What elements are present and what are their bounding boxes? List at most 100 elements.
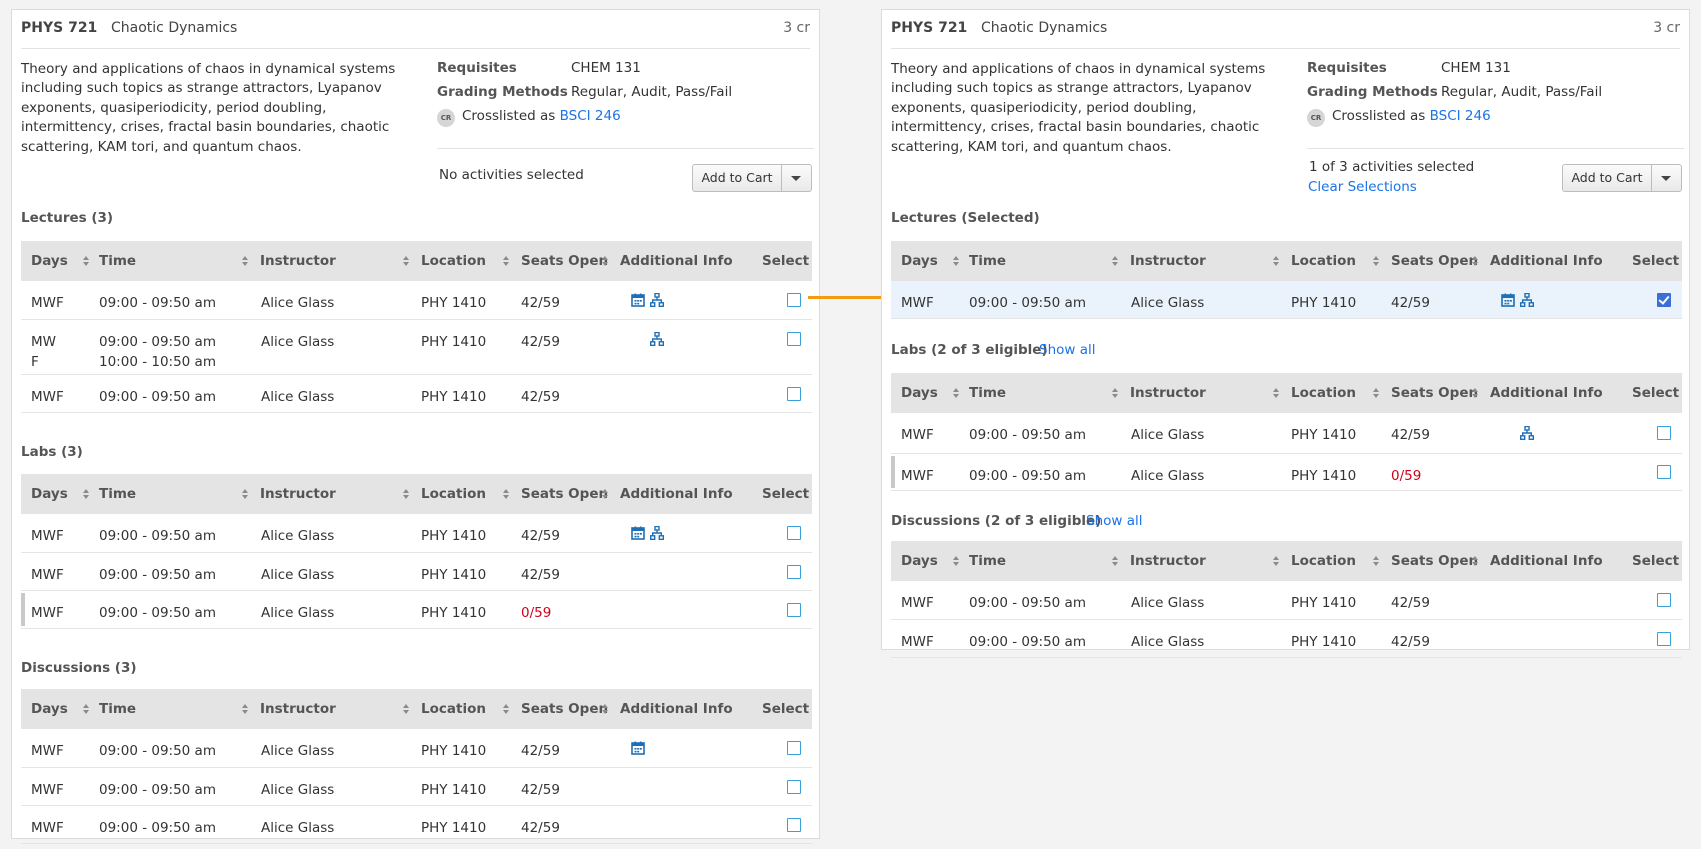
sort-icon[interactable] xyxy=(503,256,510,266)
table-row[interactable]: MWF 09:00 - 09:50 am Alice Glass PHY 1410 42… xyxy=(891,281,1682,319)
select-checkbox[interactable] xyxy=(1657,465,1671,479)
calendar-icon[interactable] xyxy=(631,526,645,540)
discussions-show-all-link[interactable]: Show all xyxy=(1086,513,1143,529)
sort-icon[interactable] xyxy=(1472,556,1479,566)
column-header-days[interactable]: Days xyxy=(901,541,938,581)
select-checkbox[interactable] xyxy=(787,818,801,832)
column-header-days[interactable]: Days xyxy=(31,474,68,514)
table-row[interactable]: MWF 09:00 - 09:50 am Alice Glass PHY 1410 0/… xyxy=(21,591,812,629)
select-checkbox[interactable] xyxy=(787,603,801,617)
column-header-days[interactable]: Days xyxy=(901,373,938,413)
select-checkbox[interactable] xyxy=(1657,426,1671,440)
column-header-instructor[interactable]: Instructor xyxy=(1130,241,1206,281)
sort-icon[interactable] xyxy=(953,256,960,266)
table-row[interactable]: MW 09:00 - 09:50 am Alice Glass PHY 1410 42/… xyxy=(21,320,812,375)
column-header-time[interactable]: Time xyxy=(969,541,1006,581)
column-header-location[interactable]: Location xyxy=(421,241,486,281)
sort-icon[interactable] xyxy=(83,704,90,714)
sort-icon[interactable] xyxy=(1273,256,1280,266)
column-header-seats-open[interactable]: Seats Open xyxy=(1391,241,1478,281)
sort-icon[interactable] xyxy=(1373,256,1380,266)
column-header-time[interactable]: Time xyxy=(969,241,1006,281)
table-row[interactable]: MWF 09:00 - 09:50 am Alice Glass PHY 1410 42… xyxy=(21,729,812,768)
column-header-time[interactable]: Time xyxy=(99,689,136,729)
sort-icon[interactable] xyxy=(953,388,960,398)
hierarchy-icon[interactable] xyxy=(650,332,664,346)
select-checkbox[interactable] xyxy=(787,780,801,794)
column-header-seats-open[interactable]: Seats Open xyxy=(521,474,608,514)
table-row[interactable]: MWF 09:00 - 09:50 am Alice Glass PHY 1410 42… xyxy=(21,806,812,844)
select-checkbox[interactable] xyxy=(787,387,801,401)
hierarchy-icon[interactable] xyxy=(650,526,664,540)
crosslisted-course-link[interactable]: BSCI 246 xyxy=(560,108,621,124)
calendar-icon[interactable] xyxy=(631,293,645,307)
table-row[interactable]: MWF 09:00 - 09:50 am Alice Glass PHY 1410 42… xyxy=(21,375,812,413)
column-header-location[interactable]: Location xyxy=(421,474,486,514)
sort-icon[interactable] xyxy=(83,489,90,499)
sort-icon[interactable] xyxy=(503,489,510,499)
add-to-cart-button[interactable]: Add to Cart xyxy=(1563,165,1652,191)
table-row[interactable]: MWF 09:00 - 09:50 am Alice Glass PHY 1410 42… xyxy=(891,413,1682,454)
sort-icon[interactable] xyxy=(242,489,249,499)
table-row[interactable]: MWF 09:00 - 09:50 am Alice Glass PHY 1410 42… xyxy=(21,768,812,806)
cart-dropdown-caret-icon[interactable] xyxy=(780,165,811,191)
column-header-days[interactable]: Days xyxy=(31,689,68,729)
column-header-instructor[interactable]: Instructor xyxy=(1130,541,1206,581)
sort-icon[interactable] xyxy=(242,256,249,266)
sort-icon[interactable] xyxy=(403,704,410,714)
select-checkbox-checked[interactable] xyxy=(1657,293,1671,307)
column-header-instructor[interactable]: Instructor xyxy=(260,241,336,281)
select-checkbox[interactable] xyxy=(1657,632,1671,646)
column-header-location[interactable]: Location xyxy=(421,689,486,729)
column-header-seats-open[interactable]: Seats Open xyxy=(521,689,608,729)
clear-selections-link[interactable]: Clear Selections xyxy=(1308,179,1417,195)
column-header-instructor[interactable]: Instructor xyxy=(260,474,336,514)
table-row[interactable]: MWF 09:00 - 09:50 am Alice Glass PHY 1410 42… xyxy=(21,553,812,591)
column-header-days[interactable]: Days xyxy=(901,241,938,281)
select-checkbox[interactable] xyxy=(787,526,801,540)
sort-icon[interactable] xyxy=(602,256,609,266)
sort-icon[interactable] xyxy=(1373,556,1380,566)
column-header-seats-open[interactable]: Seats Open xyxy=(1391,541,1478,581)
sort-icon[interactable] xyxy=(1373,388,1380,398)
sort-icon[interactable] xyxy=(83,256,90,266)
calendar-icon[interactable] xyxy=(631,741,645,755)
labs-show-all-link[interactable]: Show all xyxy=(1039,342,1096,358)
add-to-cart-button[interactable]: Add to Cart xyxy=(693,165,782,191)
cart-dropdown-caret-icon[interactable] xyxy=(1650,165,1681,191)
column-header-time[interactable]: Time xyxy=(969,373,1006,413)
table-row[interactable]: MWF 09:00 - 09:50 am Alice Glass PHY 1410 42… xyxy=(891,620,1682,658)
column-header-time[interactable]: Time xyxy=(99,241,136,281)
table-row[interactable]: MWF 09:00 - 09:50 am Alice Glass PHY 1410 42… xyxy=(891,581,1682,620)
sort-icon[interactable] xyxy=(1112,556,1119,566)
sort-icon[interactable] xyxy=(1112,256,1119,266)
sort-icon[interactable] xyxy=(1472,388,1479,398)
sort-icon[interactable] xyxy=(403,489,410,499)
select-checkbox[interactable] xyxy=(787,332,801,346)
column-header-location[interactable]: Location xyxy=(1291,541,1356,581)
hierarchy-icon[interactable] xyxy=(650,293,664,307)
sort-icon[interactable] xyxy=(503,704,510,714)
select-checkbox[interactable] xyxy=(787,741,801,755)
hierarchy-icon[interactable] xyxy=(1520,293,1534,307)
crosslisted-course-link[interactable]: BSCI 246 xyxy=(1430,108,1491,124)
sort-icon[interactable] xyxy=(602,704,609,714)
table-row[interactable]: MWF 09:00 - 09:50 am Alice Glass PHY 1410 0/… xyxy=(891,454,1682,491)
column-header-instructor[interactable]: Instructor xyxy=(1130,373,1206,413)
select-checkbox[interactable] xyxy=(787,293,801,307)
select-checkbox[interactable] xyxy=(787,565,801,579)
sort-icon[interactable] xyxy=(242,704,249,714)
sort-icon[interactable] xyxy=(1112,388,1119,398)
select-checkbox[interactable] xyxy=(1657,593,1671,607)
sort-icon[interactable] xyxy=(602,489,609,499)
column-header-location[interactable]: Location xyxy=(1291,373,1356,413)
table-row[interactable]: MWF 09:00 - 09:50 am Alice Glass PHY 1410 42… xyxy=(21,514,812,553)
column-header-days[interactable]: Days xyxy=(31,241,68,281)
sort-icon[interactable] xyxy=(953,556,960,566)
column-header-instructor[interactable]: Instructor xyxy=(260,689,336,729)
column-header-seats-open[interactable]: Seats Open xyxy=(521,241,608,281)
table-row[interactable]: MWF 09:00 - 09:50 am Alice Glass PHY 1410 42… xyxy=(21,281,812,320)
sort-icon[interactable] xyxy=(1472,256,1479,266)
sort-icon[interactable] xyxy=(1273,388,1280,398)
column-header-time[interactable]: Time xyxy=(99,474,136,514)
